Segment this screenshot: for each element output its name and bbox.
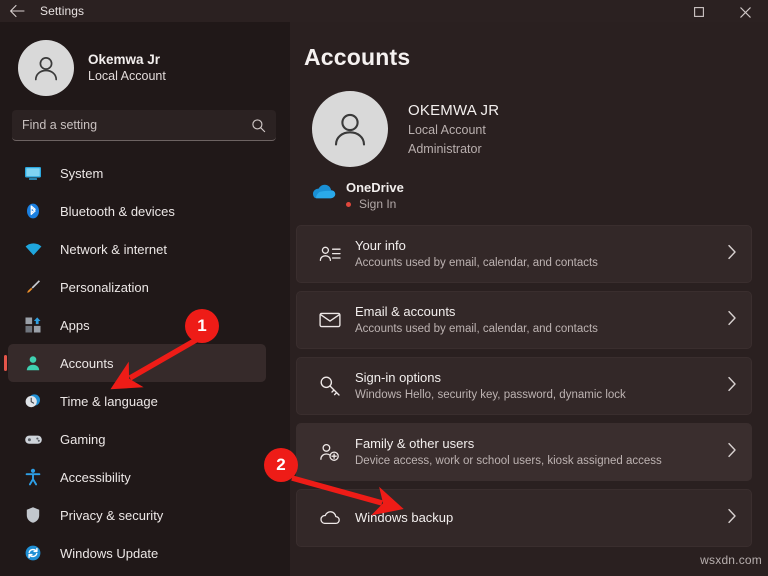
bluetooth-icon <box>22 200 44 222</box>
clock-icon <box>22 390 44 412</box>
card-title: Family & other users <box>355 435 475 451</box>
card-subtitle: Device access, work or school users, kio… <box>355 454 662 467</box>
profile-name: Okemwa Jr <box>88 52 161 67</box>
person-avatar-icon <box>34 57 58 81</box>
wifi-icon <box>22 238 44 260</box>
close-button[interactable] <box>722 0 768 22</box>
back-button[interactable] <box>0 0 34 22</box>
sidebar-item-label: Time & language <box>60 393 158 409</box>
card-title: Your info <box>355 237 406 253</box>
minimize-button[interactable] <box>630 0 676 22</box>
card-windows-backup[interactable]: Windows backup <box>296 489 752 547</box>
settings-card-list: Your info Accounts used by email, calend… <box>290 225 768 547</box>
avatar <box>312 91 388 167</box>
annotation-badge-1: 1 <box>185 309 219 343</box>
sidebar-item-label: Network & internet <box>60 241 167 257</box>
window-controls <box>630 0 768 22</box>
sidebar-item-label: Apps <box>60 317 90 333</box>
sidebar-item-privacy-security[interactable]: Privacy & security <box>8 496 266 534</box>
onedrive-status[interactable]: Sign In <box>346 196 404 213</box>
onedrive-cloud-icon <box>310 179 336 199</box>
status-dot <box>346 202 351 207</box>
sidebar-item-apps[interactable]: Apps <box>8 306 266 344</box>
card-subtitle: Accounts used by email, calendar, and co… <box>355 322 598 335</box>
chevron-right-icon <box>721 508 737 529</box>
maximize-icon <box>694 7 704 17</box>
sidebar-item-label: System <box>60 165 104 181</box>
card-family-other-users[interactable]: Family & other users Device access, work… <box>296 423 752 481</box>
back-arrow-icon <box>10 4 25 18</box>
settings-window: Settings Okemwa Jr Local Account Find a … <box>0 0 768 576</box>
sidebar-item-time-language[interactable]: Time & language <box>8 382 266 420</box>
search-icon <box>251 118 266 133</box>
sidebar-item-accounts[interactable]: Accounts <box>4 344 266 382</box>
sidebar-profile[interactable]: Okemwa Jr Local Account <box>0 22 290 100</box>
card-title: Email & accounts <box>355 303 456 319</box>
sidebar-item-label: Gaming <box>60 431 106 447</box>
card-sign-in-options[interactable]: Sign-in options Windows Hello, security … <box>296 357 752 415</box>
title-bar: Settings <box>0 0 768 22</box>
apps-grid-icon <box>22 314 44 336</box>
sidebar-item-label: Accounts <box>60 355 114 371</box>
sidebar-item-network-internet[interactable]: Network & internet <box>8 230 266 268</box>
sidebar: Okemwa Jr Local Account Find a setting S… <box>0 22 290 576</box>
sidebar-item-label: Personalization <box>60 279 149 295</box>
card-title: Windows backup <box>355 510 454 525</box>
profile-account-type: Local Account <box>88 69 166 83</box>
chevron-right-icon <box>721 244 737 265</box>
sidebar-item-label: Windows Update <box>60 545 159 561</box>
card-subtitle: Windows Hello, security key, password, d… <box>355 388 626 401</box>
sidebar-item-personalization[interactable]: Personalization <box>8 268 266 306</box>
sidebar-item-label: Accessibility <box>60 469 131 485</box>
onedrive-title: OneDrive <box>346 180 404 195</box>
paintbrush-icon <box>22 276 44 298</box>
card-title: Sign-in options <box>355 369 441 385</box>
person-icon <box>22 352 44 374</box>
avatar <box>18 40 74 96</box>
card-subtitle: Accounts used by email, calendar, and co… <box>355 256 598 269</box>
sidebar-item-label: Bluetooth & devices <box>60 203 175 219</box>
close-icon <box>739 6 751 18</box>
chevron-right-icon <box>721 442 737 463</box>
update-refresh-icon <box>22 542 44 564</box>
gamepad-icon <box>22 428 44 450</box>
accessibility-icon <box>22 466 44 488</box>
window-title: Settings <box>40 4 85 18</box>
sidebar-item-system[interactable]: System <box>8 154 266 192</box>
key-icon <box>315 375 345 397</box>
onedrive-status-label: Sign In <box>359 197 397 211</box>
search-box[interactable] <box>12 110 276 141</box>
sidebar-item-accessibility[interactable]: Accessibility <box>8 458 266 496</box>
account-type: Local Account <box>408 122 486 137</box>
sidebar-nav: System Bluetooth & devices Network & int… <box>0 154 290 572</box>
sidebar-item-windows-update[interactable]: Windows Update <box>8 534 266 572</box>
shield-icon <box>22 504 44 526</box>
search-input[interactable] <box>22 118 251 132</box>
contact-card-icon <box>315 244 345 264</box>
chevron-right-icon <box>721 310 737 331</box>
add-user-icon <box>315 442 345 462</box>
backup-cloud-icon <box>315 509 345 527</box>
sidebar-item-label: Privacy & security <box>60 507 164 523</box>
account-header: OKEMWA JR Local Account Administrator <box>290 71 768 167</box>
chevron-right-icon <box>721 376 737 397</box>
annotation-badge-2: 2 <box>264 448 298 482</box>
person-avatar-icon <box>334 113 366 146</box>
sidebar-item-bluetooth-devices[interactable]: Bluetooth & devices <box>8 192 266 230</box>
account-name: OKEMWA JR <box>408 101 500 119</box>
sidebar-item-gaming[interactable]: Gaming <box>8 420 266 458</box>
main-content: Accounts OKEMWA JR Local Account Adminis… <box>290 22 768 576</box>
monitor-icon <box>22 162 44 184</box>
watermark: wsxdn.com <box>700 553 762 567</box>
card-your-info[interactable]: Your info Accounts used by email, calend… <box>296 225 752 283</box>
onedrive-section[interactable]: OneDrive Sign In <box>290 167 768 213</box>
page-title: Accounts <box>304 44 411 70</box>
maximize-button[interactable] <box>676 0 722 22</box>
envelope-icon <box>315 311 345 329</box>
account-role: Administrator <box>408 141 482 156</box>
card-email-accounts[interactable]: Email & accounts Accounts used by email,… <box>296 291 752 349</box>
